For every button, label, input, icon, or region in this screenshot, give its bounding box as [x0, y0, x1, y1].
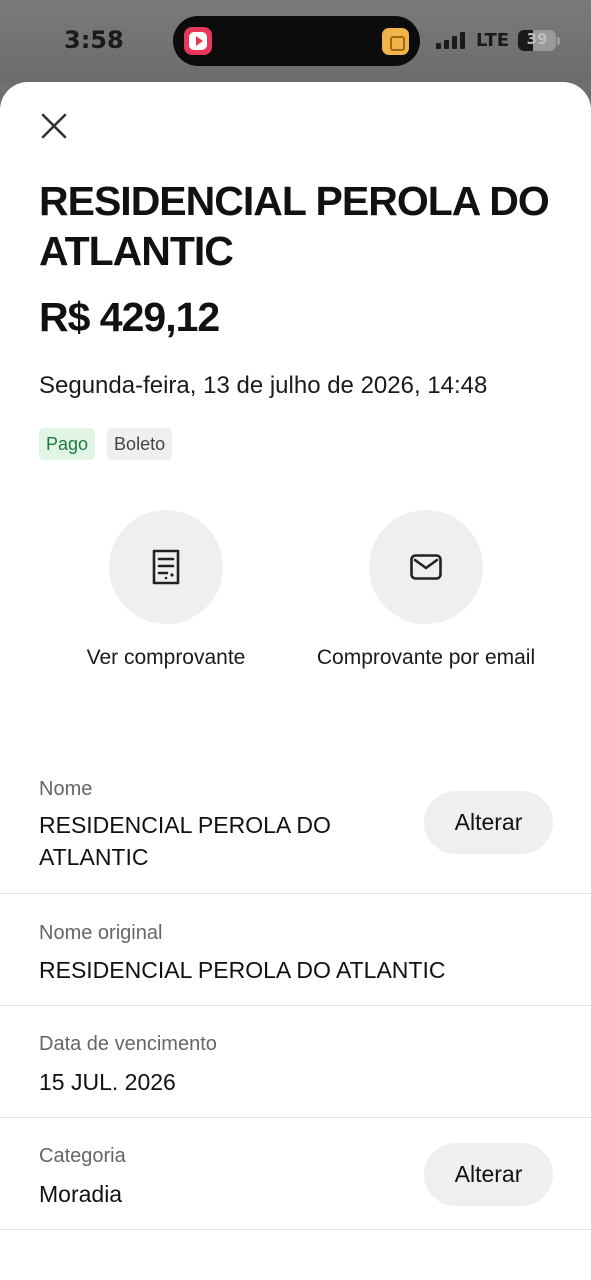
transaction-detail-sheet: RESIDENCIAL PEROLA DO ATLANTIC R$ 429,12… [0, 82, 591, 1280]
status-time: 3:58 [64, 26, 124, 54]
change-category-button[interactable]: Alterar [424, 1143, 553, 1206]
status-badge: Pago [39, 428, 96, 460]
app-activity-icon [184, 27, 212, 55]
battery-icon: 39 [518, 30, 556, 51]
battery-tip [557, 37, 560, 45]
payment-amount: R$ 429,12 [39, 294, 220, 340]
view-receipt-action[interactable]: Ver comprovante [36, 510, 296, 670]
payment-datetime: Segunda-feira, 13 de julho de 2026, 14:4… [39, 372, 488, 399]
payment-type-badge: Boleto [107, 428, 173, 460]
email-receipt-label: Comprovante por email [316, 646, 536, 669]
view-receipt-button[interactable] [109, 510, 223, 624]
email-receipt-button[interactable] [369, 510, 483, 624]
detail-label: Nome original [39, 922, 163, 944]
detail-label: Nome [39, 778, 93, 800]
view-receipt-label: Ver comprovante [86, 646, 246, 669]
detail-row-name: Nome RESIDENCIAL PEROLA DO ATLANTIC Alte… [0, 764, 591, 894]
envelope-icon [410, 554, 442, 580]
live-activity-icon [382, 28, 409, 55]
receipt-icon [152, 549, 180, 585]
battery-percentage: 39 [526, 30, 548, 48]
email-receipt-action[interactable]: Comprovante por email [296, 510, 556, 670]
detail-value: RESIDENCIAL PEROLA DO ATLANTIC [39, 957, 446, 983]
detail-value: RESIDENCIAL PEROLA DO ATLANTIC [39, 812, 331, 870]
badge-group: Pago Boleto [39, 428, 173, 460]
detail-value: Moradia [39, 1181, 123, 1207]
detail-row-due-date: Data de vencimento 15 JUL. 2026 [0, 1006, 591, 1118]
payee-title: RESIDENCIAL PEROLA DO ATLANTIC [39, 178, 550, 274]
detail-label: Categoria [39, 1145, 126, 1167]
signal-icon [436, 32, 468, 49]
close-icon[interactable] [40, 112, 68, 140]
detail-row-category: Categoria Moradia Alterar [0, 1118, 591, 1230]
change-name-button[interactable]: Alterar [424, 791, 553, 854]
status-bar: 3:58 LTE 39 [0, 0, 591, 82]
network-type: LTE [476, 30, 510, 51]
dynamic-island [173, 16, 420, 66]
detail-row-original-name: Nome original RESIDENCIAL PEROLA DO ATLA… [0, 894, 591, 1006]
detail-value: 15 JUL. 2026 [39, 1069, 176, 1095]
detail-label: Data de vencimento [39, 1033, 217, 1055]
